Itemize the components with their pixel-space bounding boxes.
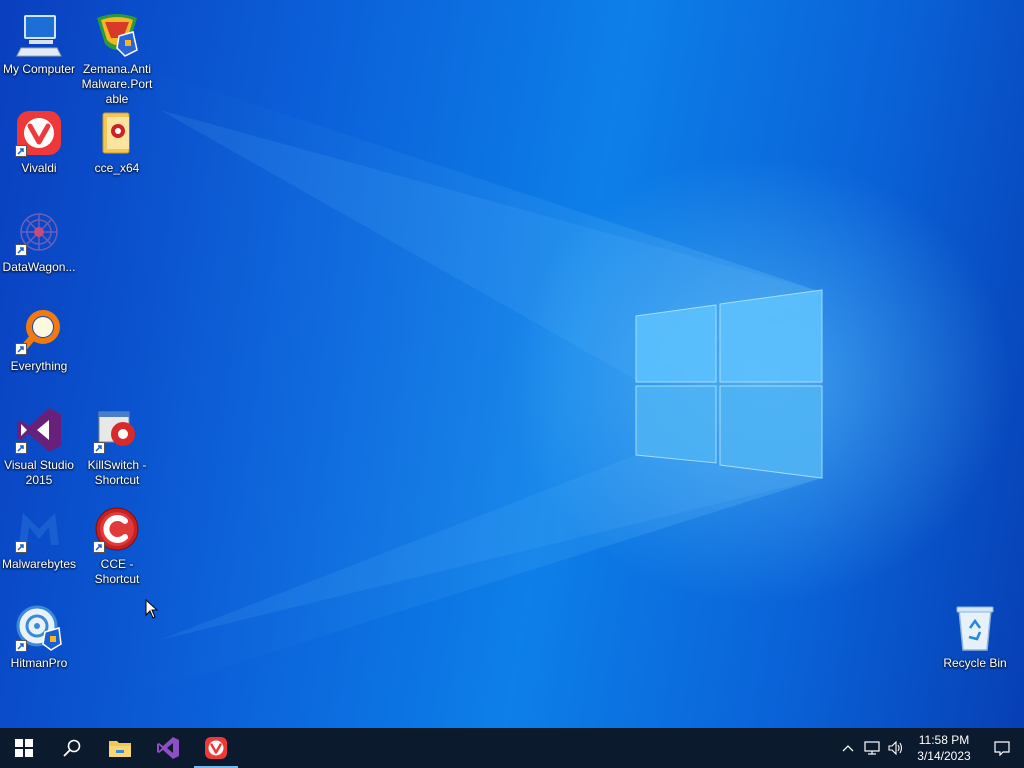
- desktop-icon-visual-studio[interactable]: Visual Studio 2015: [0, 400, 78, 488]
- start-button[interactable]: [0, 728, 48, 768]
- shortcut-arrow-icon: [15, 145, 27, 157]
- desktop-icon-label: Visual Studio 2015: [4, 458, 74, 487]
- killswitch-icon: [93, 406, 141, 454]
- chevron-up-icon: [842, 745, 854, 752]
- visual-studio-icon: [15, 406, 63, 454]
- taskbar-visual-studio[interactable]: [144, 728, 192, 768]
- desktop-icon-label: My Computer: [2, 62, 76, 76]
- folder-icon: [93, 109, 141, 157]
- system-tray: 11:58 PM 3/14/2023: [836, 728, 1024, 768]
- shortcut-arrow-icon: [15, 442, 27, 454]
- visual-studio-icon: [157, 737, 179, 759]
- desktop-icon-killswitch[interactable]: KillSwitch - Shortcut: [78, 400, 156, 488]
- desktop-icon-zemana[interactable]: Zemana.AntiMalware.Portable: [78, 4, 156, 106]
- desktop-icon-recycle-bin[interactable]: Recycle Bin: [936, 598, 1014, 686]
- desktop-icon-cce[interactable]: CCE - Shortcut: [78, 499, 156, 587]
- vivaldi-icon: [15, 109, 63, 157]
- desktop-icon-datawagon[interactable]: DataWagon...: [0, 202, 78, 290]
- volume-button[interactable]: [884, 728, 908, 768]
- desktop-icon-label: Everything: [10, 359, 68, 373]
- desktop-icon-hitmanpro[interactable]: HitmanPro: [0, 598, 78, 686]
- desktop-icon-label: KillSwitch - Shortcut: [87, 458, 147, 487]
- cce-icon: [93, 505, 141, 553]
- clock-date: 3/14/2023: [917, 749, 971, 763]
- desktop-icon-label: cce_x64: [94, 161, 140, 175]
- shortcut-arrow-icon: [93, 541, 105, 553]
- taskbar-file-explorer[interactable]: [96, 728, 144, 768]
- desktop-icon-label: DataWagon...: [2, 260, 76, 274]
- shortcut-arrow-icon: [15, 541, 27, 553]
- desktop-icon-label: Zemana.AntiMalware.Portable: [81, 62, 153, 106]
- everything-icon: [15, 307, 63, 355]
- shortcut-arrow-icon: [15, 244, 27, 256]
- volume-icon: [888, 741, 903, 755]
- taskbar-vivaldi[interactable]: [192, 728, 240, 768]
- desktop-icon-label: Malwarebytes: [1, 557, 77, 571]
- desktop: My Computer Zemana.AntiMalware.Portable …: [0, 0, 1024, 728]
- file-explorer-icon: [109, 741, 131, 757]
- desktop-icon-cce-x64[interactable]: cce_x64: [78, 103, 156, 191]
- desktop-icon-label: HitmanPro: [10, 656, 68, 670]
- action-center-button[interactable]: [980, 728, 1024, 768]
- datawagon-icon: [15, 208, 63, 256]
- shortcut-arrow-icon: [15, 640, 27, 652]
- start-icon: [15, 739, 33, 757]
- vivaldi-icon: [205, 737, 227, 759]
- taskbar: 11:58 PM 3/14/2023: [0, 728, 1024, 768]
- desktop-icon-label: CCE - Shortcut: [94, 557, 140, 586]
- clock[interactable]: 11:58 PM 3/14/2023: [908, 732, 980, 764]
- notification-icon: [994, 741, 1010, 756]
- desktop-icon-label: Vivaldi: [21, 161, 57, 175]
- malwarebytes-icon: [15, 505, 63, 553]
- computer-icon: [15, 10, 63, 58]
- zemana-icon: [93, 10, 141, 58]
- network-icon: [864, 741, 880, 755]
- desktop-icon-malwarebytes[interactable]: Malwarebytes: [0, 499, 78, 587]
- hitmanpro-icon: [15, 604, 63, 652]
- desktop-icon-vivaldi[interactable]: Vivaldi: [0, 103, 78, 191]
- search-button[interactable]: [48, 728, 96, 768]
- clock-time: 11:58 PM: [918, 733, 970, 747]
- desktop-icon-label: Recycle Bin: [943, 656, 1007, 670]
- show-hidden-icons-button[interactable]: [836, 728, 860, 768]
- desktop-icon-everything[interactable]: Everything: [0, 301, 78, 389]
- shortcut-arrow-icon: [93, 442, 105, 454]
- shortcut-arrow-icon: [15, 343, 27, 355]
- network-button[interactable]: [860, 728, 884, 768]
- desktop-icon-my-computer[interactable]: My Computer: [0, 4, 78, 92]
- recycle-bin-icon: [951, 604, 999, 652]
- mouse-cursor-icon: [145, 599, 159, 619]
- search-icon: [63, 739, 81, 757]
